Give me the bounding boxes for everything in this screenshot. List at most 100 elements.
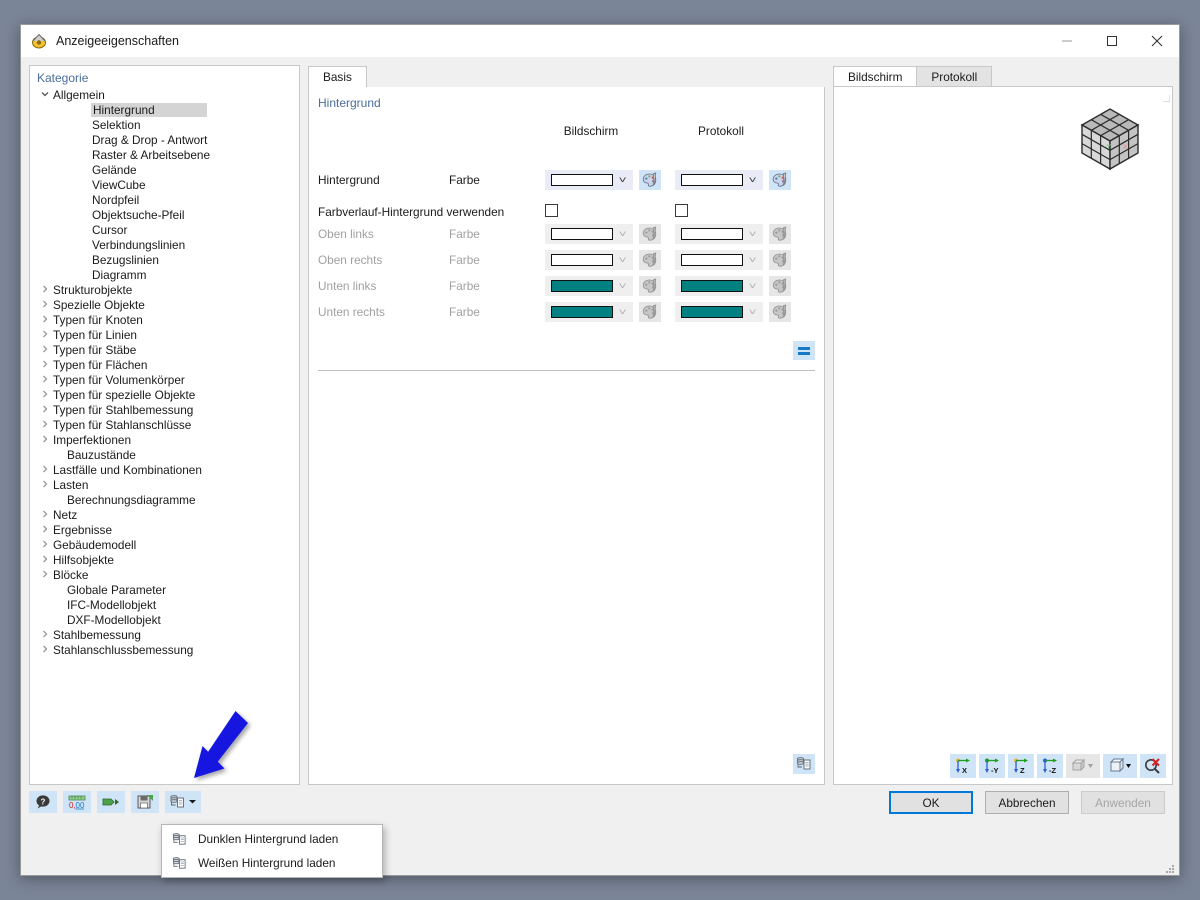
sidebar-item-bauzust-nde[interactable]: Bauzustände <box>30 447 299 462</box>
palette-button-hintergrund-screen[interactable] <box>639 170 661 190</box>
sidebar-item-ergebnisse[interactable]: Ergebnisse <box>30 522 299 537</box>
tab-bildschirm[interactable]: Bildschirm <box>833 66 917 88</box>
chevron-right-icon[interactable] <box>38 539 52 551</box>
sidebar-item-dxf-modellobjekt[interactable]: DXF-Modellobjekt <box>30 612 299 627</box>
sidebar-item-imperfektionen[interactable]: Imperfektionen <box>30 432 299 447</box>
sidebar-item-stahlanschlussbemessung[interactable]: Stahlanschlussbemessung <box>30 642 299 657</box>
sidebar-item-strukturobjekte[interactable]: Strukturobjekte <box>30 282 299 297</box>
color-combo-unten-rechts-protocol[interactable]: ˅ <box>675 302 763 322</box>
sidebar-item-hintergrund[interactable]: Hintergrund <box>30 102 299 117</box>
chevron-right-icon[interactable] <box>38 434 52 446</box>
color-combo-unten-links-protocol[interactable]: ˅ <box>675 276 763 296</box>
view-neg-z-icon[interactable]: -Z <box>1037 754 1063 778</box>
color-combo-oben-rechts-protocol[interactable]: ˅ <box>675 250 763 270</box>
sidebar-item-hilfsobjekte[interactable]: Hilfsobjekte <box>30 552 299 567</box>
chevron-right-icon[interactable] <box>38 374 52 386</box>
chevron-right-icon[interactable] <box>38 629 52 641</box>
chevron-right-icon[interactable] <box>38 359 52 371</box>
chevron-down-icon[interactable]: ˅ <box>749 307 757 317</box>
close-button[interactable] <box>1134 25 1179 57</box>
view-neg-y-icon[interactable]: -Y <box>979 754 1005 778</box>
view-z-icon[interactable]: Z <box>1008 754 1034 778</box>
chevron-right-icon[interactable] <box>38 524 52 536</box>
sidebar-item-spezielle-objekte[interactable]: Spezielle Objekte <box>30 297 299 312</box>
sidebar-item-typen-f-r-stahlbemessung[interactable]: Typen für Stahlbemessung <box>30 402 299 417</box>
units-button[interactable]: 0, 00 <box>63 791 91 813</box>
palette-button-hintergrund-protocol[interactable] <box>769 170 791 190</box>
equalize-columns-button[interactable] <box>793 341 815 360</box>
chevron-right-icon[interactable] <box>38 479 52 491</box>
chevron-right-icon[interactable] <box>38 284 52 296</box>
chevron-right-icon[interactable] <box>38 509 52 521</box>
load-background-button[interactable] <box>165 791 201 813</box>
sidebar-item-typen-f-r-knoten[interactable]: Typen für Knoten <box>30 312 299 327</box>
sidebar-item-ifc-modellobjekt[interactable]: IFC-Modellobjekt <box>30 597 299 612</box>
sidebar-item-bezugslinien[interactable]: Bezugslinien <box>30 252 299 267</box>
sidebar-item-gel-nde[interactable]: Gelände <box>30 162 299 177</box>
chevron-down-icon[interactable]: ˅ <box>749 175 757 185</box>
sidebar-item-nordpfeil[interactable]: Nordpfeil <box>30 192 299 207</box>
preview-tabstrip[interactable]: BildschirmProtokoll <box>833 65 1173 88</box>
chevron-down-icon[interactable] <box>38 89 52 101</box>
sidebar-item-verbindungslinien[interactable]: Verbindungslinien <box>30 237 299 252</box>
minimize-button[interactable] <box>1044 25 1089 57</box>
chevron-down-icon[interactable]: ˅ <box>619 175 627 185</box>
chevron-down-icon[interactable]: ˅ <box>749 255 757 265</box>
context-menu-item[interactable]: Dunklen Hintergrund laden <box>162 827 382 851</box>
chevron-right-icon[interactable] <box>38 314 52 326</box>
sidebar-item-typen-f-r-st-be[interactable]: Typen für Stäbe <box>30 342 299 357</box>
sidebar-item-stahlbemessung[interactable]: Stahlbemessung <box>30 627 299 642</box>
chevron-right-icon[interactable] <box>38 554 52 566</box>
chevron-down-icon[interactable]: ˅ <box>619 229 627 239</box>
sidebar-item-allgemein[interactable]: Allgemein <box>30 87 299 102</box>
sidebar-item-drag-drop-antwort[interactable]: Drag & Drop - Antwort <box>30 132 299 147</box>
color-combo-hintergrund-screen[interactable]: ˅ <box>545 170 633 190</box>
sidebar-item-selektion[interactable]: Selektion <box>30 117 299 132</box>
chevron-right-icon[interactable] <box>38 644 52 656</box>
cancel-button[interactable]: Abbrechen <box>985 791 1069 814</box>
viewcube-3d-icon[interactable]: -Y X <box>1074 103 1146 175</box>
import-settings-button[interactable] <box>97 791 125 813</box>
color-combo-oben-links-screen[interactable]: ˅ <box>545 224 633 244</box>
chevron-down-icon[interactable]: ˅ <box>619 307 627 317</box>
sidebar-item-raster-arbeitsebene[interactable]: Raster & Arbeitsebene <box>30 147 299 162</box>
sidebar-item-typen-f-r-fl-chen[interactable]: Typen für Flächen <box>30 357 299 372</box>
chevron-right-icon[interactable] <box>38 569 52 581</box>
box-view-icon[interactable] <box>1103 754 1137 778</box>
color-combo-oben-rechts-screen[interactable]: ˅ <box>545 250 633 270</box>
dialog-resize-grip[interactable] <box>1165 861 1175 871</box>
chevron-right-icon[interactable] <box>38 464 52 476</box>
preview-resize-grip[interactable] <box>1163 89 1170 96</box>
load-settings-button[interactable] <box>793 754 815 774</box>
sidebar-item-cursor[interactable]: Cursor <box>30 222 299 237</box>
sidebar-item-typen-f-r-linien[interactable]: Typen für Linien <box>30 327 299 342</box>
sidebar-item-globale-parameter[interactable]: Globale Parameter <box>30 582 299 597</box>
sidebar-item-berechnungsdiagramme[interactable]: Berechnungsdiagramme <box>30 492 299 507</box>
preview-canvas[interactable]: -Y X X-YZ-Z <box>833 86 1173 785</box>
gradient-checkbox-screen[interactable] <box>545 204 558 217</box>
help-button[interactable]: ? <box>29 791 57 813</box>
category-tree[interactable]: AllgemeinHintergrundSelektionDrag & Drop… <box>30 87 299 657</box>
chevron-right-icon[interactable] <box>38 404 52 416</box>
sidebar-item-diagramm[interactable]: Diagramm <box>30 267 299 282</box>
preview-toolbar[interactable]: X-YZ-Z <box>834 748 1172 784</box>
color-combo-hintergrund-protocol[interactable]: ˅ <box>675 170 763 190</box>
sidebar-item-bl-cke[interactable]: Blöcke <box>30 567 299 582</box>
sidebar-item-lasten[interactable]: Lasten <box>30 477 299 492</box>
ok-button[interactable]: OK <box>889 791 973 814</box>
context-menu-item[interactable]: Weißen Hintergrund laden <box>162 851 382 875</box>
chevron-down-icon[interactable]: ˅ <box>749 281 757 291</box>
chevron-right-icon[interactable] <box>38 389 52 401</box>
reset-zoom-icon[interactable] <box>1140 754 1166 778</box>
chevron-down-icon[interactable]: ˅ <box>619 255 627 265</box>
color-combo-unten-links-screen[interactable]: ˅ <box>545 276 633 296</box>
sidebar-item-objektsuche-pfeil[interactable]: Objektsuche-Pfeil <box>30 207 299 222</box>
sidebar-item-typen-f-r-spezielle-objekte[interactable]: Typen für spezielle Objekte <box>30 387 299 402</box>
chevron-down-icon[interactable] <box>188 793 197 811</box>
sidebar-item-netz[interactable]: Netz <box>30 507 299 522</box>
sidebar-item-typen-f-r-stahlanschl-sse[interactable]: Typen für Stahlanschlüsse <box>30 417 299 432</box>
footer-toolbar[interactable]: ? 0, 00 <box>29 791 201 813</box>
maximize-button[interactable] <box>1089 25 1134 57</box>
chevron-down-icon[interactable]: ˅ <box>749 229 757 239</box>
sidebar-item-geb-udemodell[interactable]: Gebäudemodell <box>30 537 299 552</box>
